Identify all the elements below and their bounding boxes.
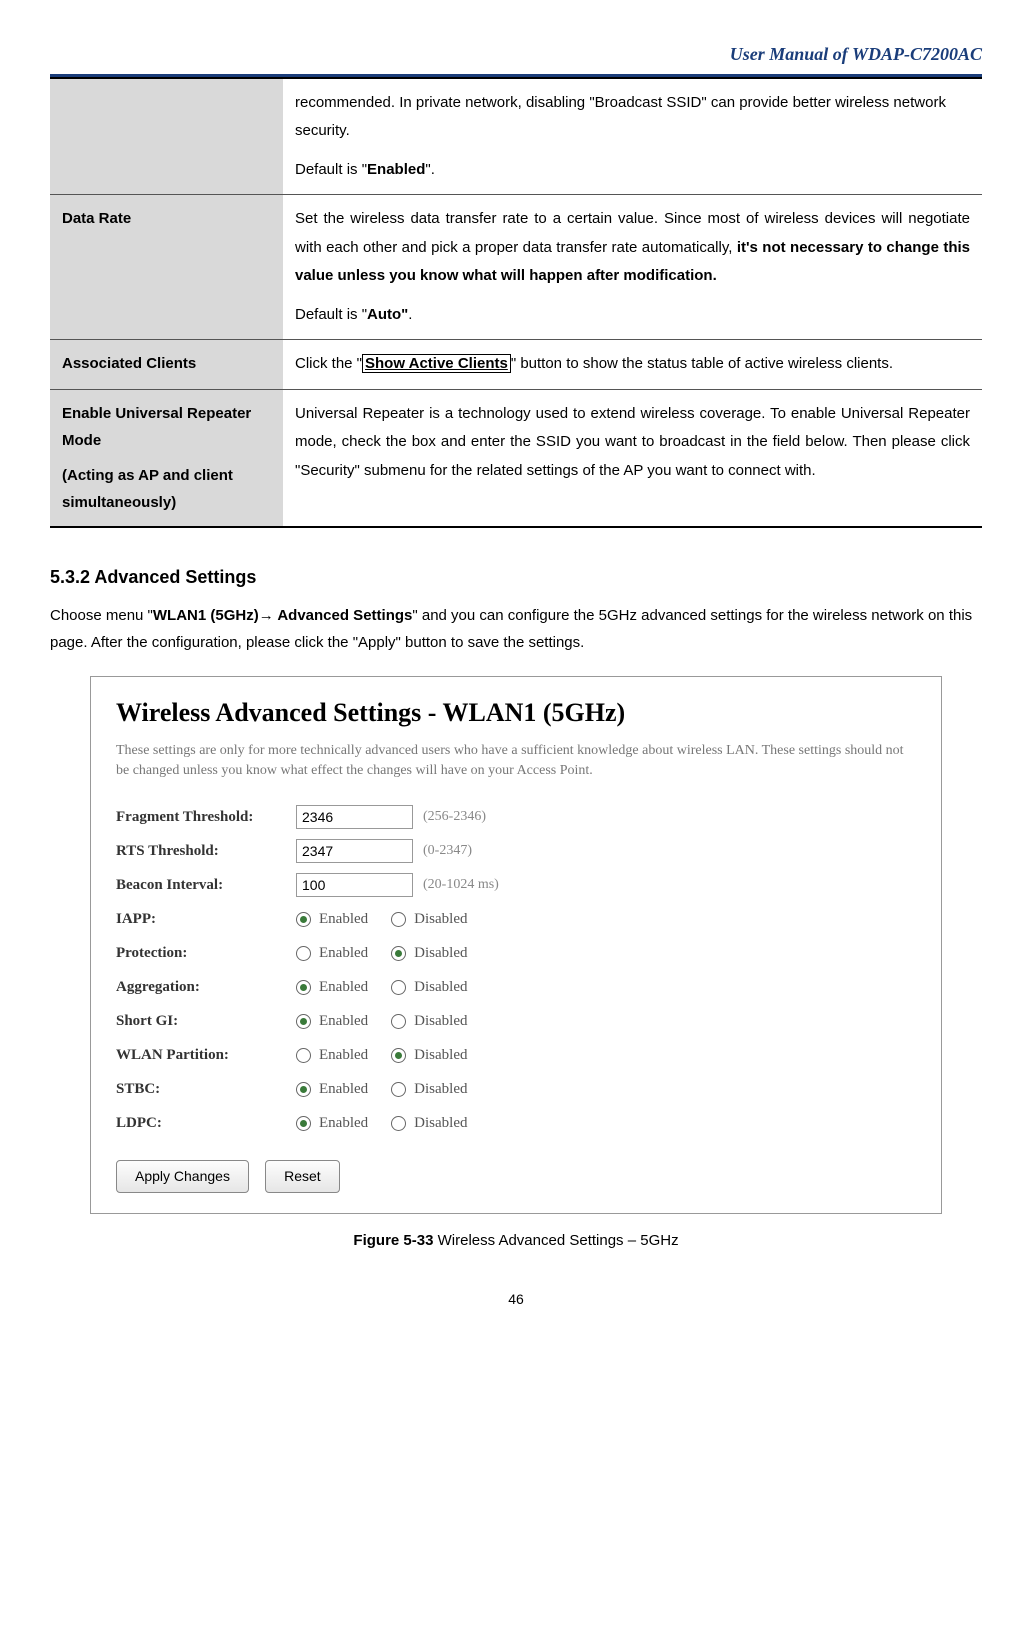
rts-threshold-input[interactable] <box>296 839 413 863</box>
label: LDPC: <box>116 1111 296 1135</box>
section-heading: 5.3.2 Advanced Settings <box>50 563 982 592</box>
text: Enable Universal Repeater Mode <box>62 400 271 454</box>
radio-label: Disabled <box>414 1111 467 1135</box>
text: recommended. In private network, disabli… <box>295 89 970 146</box>
stbc-enabled-radio[interactable] <box>296 1082 311 1097</box>
label: Protection: <box>116 941 296 965</box>
hint: (20-1024 ms) <box>423 874 499 896</box>
radio-group: Enabled Disabled <box>296 941 485 965</box>
cell-label: Enable Universal Repeater Mode (Acting a… <box>50 389 283 527</box>
cell-label: Data Rate <box>50 195 283 340</box>
radio-group: Enabled Disabled <box>296 907 485 931</box>
row-shortgi: Short GI: Enabled Disabled <box>116 1009 916 1033</box>
radio-label: Disabled <box>414 1043 467 1067</box>
cell-desc: Click the "Show Active Clients" button t… <box>283 340 982 390</box>
radio-label: Disabled <box>414 975 467 999</box>
iapp-enabled-radio[interactable] <box>296 912 311 927</box>
figure-subtitle: These settings are only for more technic… <box>116 741 916 780</box>
text: (Acting as AP and client simultaneously) <box>62 462 271 516</box>
cell-desc: Universal Repeater is a technology used … <box>283 389 982 527</box>
label: Aggregation: <box>116 975 296 999</box>
row-stbc: STBC: Enabled Disabled <box>116 1077 916 1101</box>
label: Short GI: <box>116 1009 296 1033</box>
shortgi-enabled-radio[interactable] <box>296 1014 311 1029</box>
protection-enabled-radio[interactable] <box>296 946 311 961</box>
button-row: Apply Changes Reset <box>116 1160 916 1192</box>
radio-label: Enabled <box>319 1043 368 1067</box>
label: WLAN Partition: <box>116 1043 296 1067</box>
radio-label: Disabled <box>414 1009 467 1033</box>
wlanpart-enabled-radio[interactable] <box>296 1048 311 1063</box>
radio-label: Disabled <box>414 1077 467 1101</box>
cell-desc: Set the wireless data transfer rate to a… <box>283 195 982 340</box>
apply-changes-button[interactable]: Apply Changes <box>116 1160 249 1192</box>
row-fragment-threshold: Fragment Threshold: (256-2346) <box>116 805 916 829</box>
settings-table: recommended. In private network, disabli… <box>50 77 982 528</box>
fragment-threshold-input[interactable] <box>296 805 413 829</box>
radio-group: Enabled Disabled <box>296 1009 485 1033</box>
aggregation-disabled-radio[interactable] <box>391 980 406 995</box>
cell-label-empty <box>50 78 283 195</box>
figure-caption: Figure 5-33 Wireless Advanced Settings –… <box>50 1229 982 1253</box>
row-ldpc: LDPC: Enabled Disabled <box>116 1111 916 1135</box>
radio-label: Enabled <box>319 907 368 931</box>
reset-button[interactable]: Reset <box>265 1160 340 1192</box>
radio-label: Disabled <box>414 941 467 965</box>
radio-label: Enabled <box>319 941 368 965</box>
table-row: Data Rate Set the wireless data transfer… <box>50 195 982 340</box>
label: STBC: <box>116 1077 296 1101</box>
row-beacon-interval: Beacon Interval: (20-1024 ms) <box>116 873 916 897</box>
row-iapp: IAPP: Enabled Disabled <box>116 907 916 931</box>
hint: (0-2347) <box>423 840 472 862</box>
figure-screenshot: Wireless Advanced Settings - WLAN1 (5GHz… <box>90 676 942 1214</box>
ldpc-enabled-radio[interactable] <box>296 1116 311 1131</box>
label: Fragment Threshold: <box>116 805 296 829</box>
beacon-interval-input[interactable] <box>296 873 413 897</box>
label: IAPP: <box>116 907 296 931</box>
protection-disabled-radio[interactable] <box>391 946 406 961</box>
radio-label: Enabled <box>319 1111 368 1135</box>
radio-label: Enabled <box>319 1077 368 1101</box>
radio-group: Enabled Disabled <box>296 1111 485 1135</box>
table-row: recommended. In private network, disabli… <box>50 78 982 195</box>
radio-label: Enabled <box>319 1009 368 1033</box>
section-intro: Choose menu "WLAN1 (5GHz)→ Advanced Sett… <box>50 602 982 656</box>
cell-desc: recommended. In private network, disabli… <box>283 78 982 195</box>
cell-label: Associated Clients <box>50 340 283 390</box>
page-number: 46 <box>50 1288 982 1310</box>
radio-label: Enabled <box>319 975 368 999</box>
aggregation-enabled-radio[interactable] <box>296 980 311 995</box>
label: RTS Threshold: <box>116 839 296 863</box>
text: Set the wireless data transfer rate to a… <box>295 205 970 291</box>
iapp-disabled-radio[interactable] <box>391 912 406 927</box>
figure-title: Wireless Advanced Settings - WLAN1 (5GHz… <box>116 692 916 734</box>
hint: (256-2346) <box>423 806 486 828</box>
table-row: Enable Universal Repeater Mode (Acting a… <box>50 389 982 527</box>
shortgi-disabled-radio[interactable] <box>391 1014 406 1029</box>
doc-header-title: User Manual of WDAP-C7200AC <box>50 40 982 69</box>
radio-group: Enabled Disabled <box>296 1077 485 1101</box>
row-rts-threshold: RTS Threshold: (0-2347) <box>116 839 916 863</box>
radio-label: Disabled <box>414 907 467 931</box>
table-row: Associated Clients Click the "Show Activ… <box>50 340 982 390</box>
text: Default is "Auto". <box>295 301 970 330</box>
radio-group: Enabled Disabled <box>296 1043 485 1067</box>
radio-group: Enabled Disabled <box>296 975 485 999</box>
label: Beacon Interval: <box>116 873 296 897</box>
row-aggregation: Aggregation: Enabled Disabled <box>116 975 916 999</box>
wlanpart-disabled-radio[interactable] <box>391 1048 406 1063</box>
stbc-disabled-radio[interactable] <box>391 1082 406 1097</box>
ldpc-disabled-radio[interactable] <box>391 1116 406 1131</box>
text: Default is "Enabled". <box>295 156 970 185</box>
show-active-clients-button[interactable]: Show Active Clients <box>362 354 511 373</box>
row-wlanpart: WLAN Partition: Enabled Disabled <box>116 1043 916 1067</box>
row-protection: Protection: Enabled Disabled <box>116 941 916 965</box>
